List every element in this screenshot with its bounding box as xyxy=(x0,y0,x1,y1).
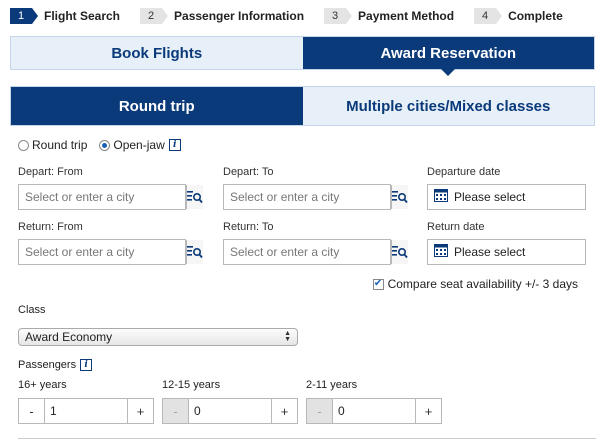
passenger-group-label: 12-15 years xyxy=(162,379,221,391)
step-label: Payment Method xyxy=(358,9,455,23)
step-number: 4 xyxy=(474,8,503,24)
step-label: Complete xyxy=(508,9,563,23)
field-label: Return: To xyxy=(223,221,274,233)
field-label: Return date xyxy=(427,221,485,233)
depart-from-field: Depart: From xyxy=(18,166,203,210)
passenger-group-youth: 12-15 years - 0 + xyxy=(162,379,298,424)
decrement-button[interactable]: - xyxy=(19,399,45,423)
passenger-group-child: 2-11 years - 0 + xyxy=(306,379,442,424)
city-search-icon[interactable] xyxy=(186,185,203,209)
class-select-value: Award Economy xyxy=(25,330,113,344)
field-label: Depart: To xyxy=(223,166,274,178)
city-box xyxy=(18,184,203,210)
checkbox[interactable]: ✔ xyxy=(372,278,384,290)
depart-to-field: Depart: To xyxy=(223,166,408,210)
step-payment-method: 3 Payment Method xyxy=(324,8,454,24)
step-number: 1 xyxy=(10,8,38,24)
trip-type-tabs: Round trip Multiple cities/Mixed classes xyxy=(10,86,595,126)
quantity-value[interactable]: 1 xyxy=(45,399,127,423)
info-icon[interactable]: i xyxy=(80,359,93,371)
step-passenger-information: 2 Passenger Information xyxy=(140,8,304,24)
trip-option-radios: Round trip Open-jaw i xyxy=(18,138,193,152)
step-number: 3 xyxy=(324,8,353,24)
city-search-icon[interactable] xyxy=(391,185,408,209)
field-label: Return: From xyxy=(18,221,83,233)
return-date-field: Return date Please select xyxy=(427,221,586,265)
radio-open-jaw[interactable]: Open-jaw i xyxy=(99,138,181,152)
increment-button[interactable]: + xyxy=(271,399,297,423)
tab-round-trip[interactable]: Round trip xyxy=(11,87,303,125)
city-search-icon[interactable] xyxy=(391,240,408,264)
tab-multiple-cities[interactable]: Multiple cities/Mixed classes xyxy=(302,87,594,125)
return-date-picker[interactable]: Please select xyxy=(427,239,586,265)
decrement-button[interactable]: - xyxy=(163,399,189,423)
tab-book-flights[interactable]: Book Flights xyxy=(11,37,303,69)
passenger-group-label: 16+ years xyxy=(18,379,67,391)
city-box xyxy=(18,239,203,265)
quantity-stepper: - 0 + xyxy=(162,398,298,424)
departure-date-value: Please select xyxy=(454,190,526,204)
passenger-group-label: 2-11 years xyxy=(306,379,358,391)
increment-button[interactable]: + xyxy=(127,399,153,423)
tab-award-reservation[interactable]: Award Reservation xyxy=(302,37,594,76)
compare-availability-checkbox[interactable]: ✔ Compare seat availability +/- 3 days xyxy=(372,277,578,291)
step-label: Passenger Information xyxy=(174,9,305,23)
return-date-value: Please select xyxy=(454,245,526,259)
departure-date-field: Departure date Please select xyxy=(427,166,586,210)
divider xyxy=(18,438,596,439)
radio-round-trip[interactable]: Round trip xyxy=(18,138,87,152)
city-search-icon[interactable] xyxy=(186,240,203,264)
class-select[interactable]: Award Economy ▲ ▼ xyxy=(18,328,298,346)
passenger-group-adult: 16+ years - 1 + xyxy=(18,379,154,424)
step-flight-search: 1 Flight Search xyxy=(10,8,120,24)
radio-label: Round trip xyxy=(32,138,88,152)
field-label: Departure date xyxy=(427,166,501,178)
class-label: Class xyxy=(18,304,46,316)
step-number: 2 xyxy=(140,8,169,24)
radio-button[interactable] xyxy=(99,139,111,151)
radio-label: Open-jaw xyxy=(113,138,165,152)
booking-type-tabs: Book Flights Award Reservation xyxy=(10,36,595,76)
city-box xyxy=(223,239,408,265)
field-label: Depart: From xyxy=(18,166,83,178)
quantity-value[interactable]: 0 xyxy=(333,399,415,423)
departure-date-picker[interactable]: Please select xyxy=(427,184,586,210)
checkbox-label: Compare seat availability +/- 3 days xyxy=(387,277,578,291)
city-box xyxy=(223,184,408,210)
depart-to-input[interactable] xyxy=(224,185,391,209)
quantity-stepper: - 1 + xyxy=(18,398,154,424)
quantity-stepper: - 0 + xyxy=(306,398,442,424)
return-from-input[interactable] xyxy=(19,240,186,264)
quantity-value[interactable]: 0 xyxy=(189,399,271,423)
decrement-button[interactable]: - xyxy=(307,399,333,423)
return-to-field: Return: To xyxy=(223,221,408,265)
step-label: Flight Search xyxy=(44,9,121,23)
return-to-input[interactable] xyxy=(224,240,391,264)
select-arrows-icon: ▲ ▼ xyxy=(284,330,291,343)
info-icon[interactable]: i xyxy=(168,139,181,151)
passengers-label-text: Passengers xyxy=(18,359,77,371)
calendar-icon xyxy=(434,244,448,260)
radio-button[interactable] xyxy=(18,139,29,151)
increment-button[interactable]: + xyxy=(415,399,441,423)
return-from-field: Return: From xyxy=(18,221,203,265)
progress-steps: 1 Flight Search 2 Passenger Information … xyxy=(10,6,583,26)
calendar-icon xyxy=(434,189,448,205)
passengers-label: Passengers i xyxy=(18,359,93,371)
depart-from-input[interactable] xyxy=(19,185,186,209)
step-complete: 4 Complete xyxy=(474,8,563,24)
